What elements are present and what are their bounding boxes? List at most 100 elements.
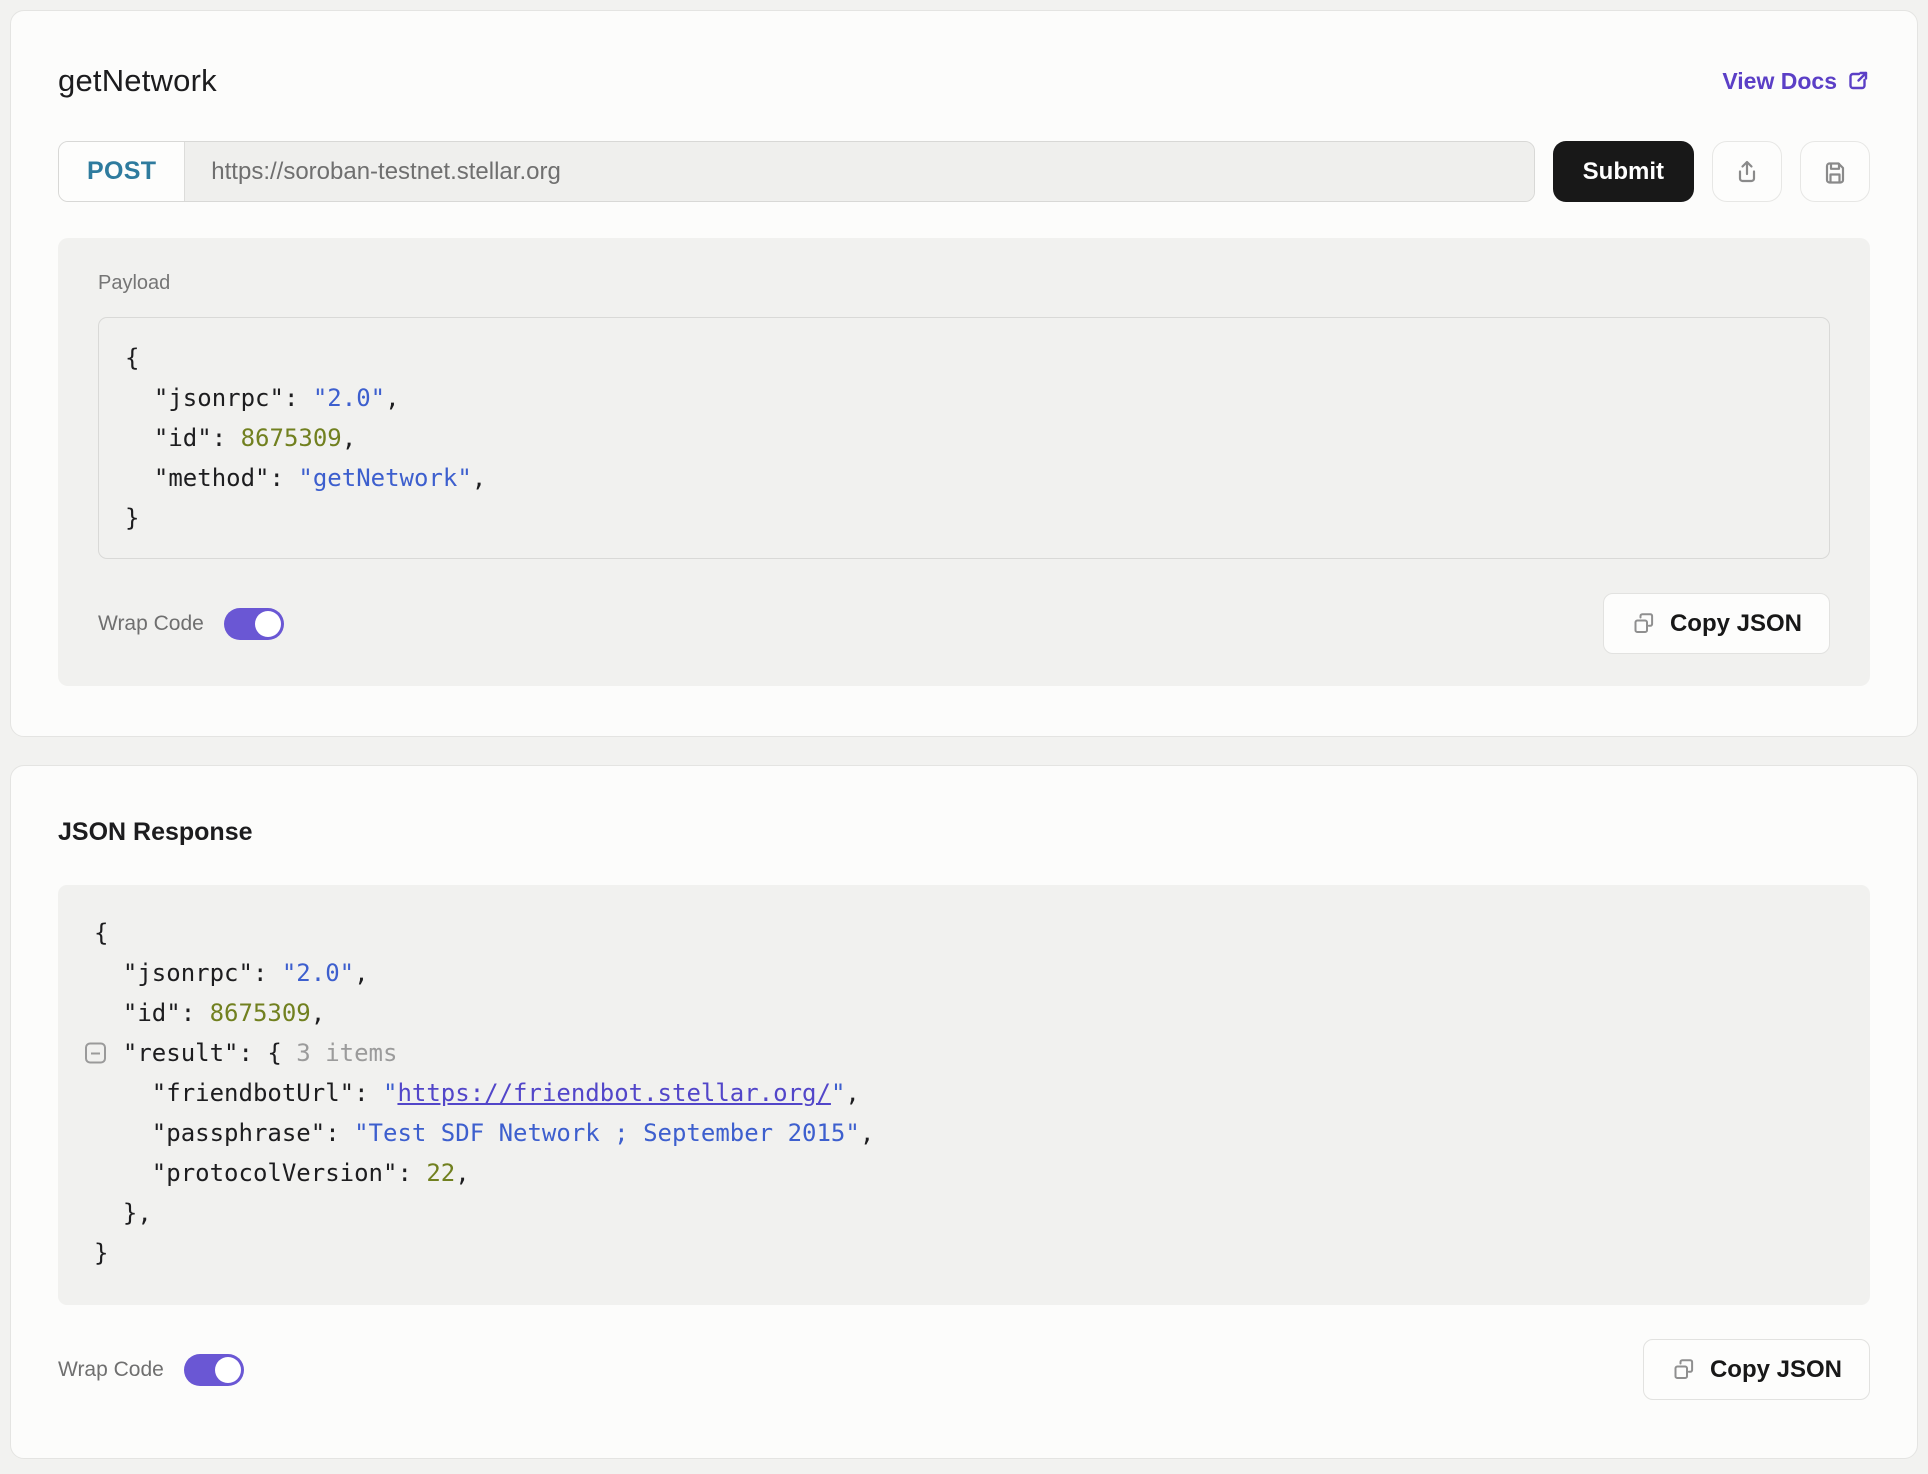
code-token-key: "jsonrpc" (154, 384, 284, 412)
code-token-punc: : (253, 959, 282, 987)
page-title: getNetwork (58, 63, 217, 99)
code-line: "jsonrpc": "2.0", (125, 378, 1803, 418)
toggle-knob (255, 611, 281, 637)
save-icon (1821, 158, 1849, 186)
code-token-punc: : (325, 1119, 354, 1147)
share-icon (1733, 158, 1761, 186)
code-line: { (94, 913, 1844, 953)
code-line: { (125, 338, 1803, 378)
code-token-punc: } (125, 504, 139, 532)
code-token-punc (94, 1119, 152, 1147)
code-token-punc: , (860, 1119, 874, 1147)
code-token-punc: , (342, 424, 356, 452)
code-token-num: 22 (426, 1159, 455, 1187)
wrap-code-toggle[interactable] (224, 608, 284, 640)
code-token-meta: 3 items (296, 1039, 397, 1067)
code-token-punc: , (472, 464, 486, 492)
code-token-key: "method" (154, 464, 270, 492)
code-line: "jsonrpc": "2.0", (94, 953, 1844, 993)
wrap-code-label: Wrap Code (98, 612, 204, 636)
code-token-punc: : { (239, 1039, 297, 1067)
copy-icon (1631, 611, 1657, 637)
code-token-key: "jsonrpc" (123, 959, 253, 987)
code-token-num: 8675309 (210, 999, 311, 1027)
copy-json-button[interactable]: Copy JSON (1603, 593, 1830, 654)
copy-json-label: Copy JSON (1670, 610, 1802, 638)
code-token-str: " (383, 1079, 397, 1107)
code-line: "result": { 3 items (94, 1033, 1844, 1073)
collapse-minus-icon[interactable] (85, 1043, 106, 1064)
url-bar: POST (58, 141, 1535, 202)
response-footer: Wrap Code Copy JSON (58, 1339, 1870, 1400)
save-button[interactable] (1800, 141, 1870, 202)
request-card: getNetwork View Docs POST Submit (10, 10, 1918, 737)
payload-label: Payload (98, 272, 1830, 295)
code-token-punc: : (270, 464, 299, 492)
payload-panel: Payload { "jsonrpc": "2.0", "id": 867530… (58, 238, 1870, 686)
code-token-punc (125, 464, 154, 492)
code-token-key: "passphrase" (152, 1119, 325, 1147)
code-token-key: "id" (123, 999, 181, 1027)
code-token-str: " (831, 1079, 845, 1107)
code-token-num: 8675309 (241, 424, 342, 452)
code-token-punc: } (94, 1239, 108, 1267)
json-response-card: JSON Response { "jsonrpc": "2.0", "id": … (10, 765, 1918, 1459)
friendbot-url-link[interactable]: https://friendbot.stellar.org/ (397, 1079, 830, 1107)
http-method-badge: POST (59, 142, 185, 201)
wrap-code-group: Wrap Code (58, 1354, 244, 1386)
code-token-str: "2.0" (282, 959, 354, 987)
code-line: "protocolVersion": 22, (94, 1153, 1844, 1193)
code-token-punc: { (125, 344, 139, 372)
code-token-punc: , (845, 1079, 859, 1107)
code-token-punc: : (212, 424, 241, 452)
code-token-key: "result" (123, 1039, 239, 1067)
code-token-punc: : (397, 1159, 426, 1187)
code-token-punc: }, (94, 1199, 152, 1227)
code-token-punc (94, 959, 123, 987)
code-token-punc: : (181, 999, 210, 1027)
request-bar-row: POST Submit (58, 141, 1870, 202)
code-token-punc: : (284, 384, 313, 412)
code-token-str: "2.0" (313, 384, 385, 412)
copy-json-button[interactable]: Copy JSON (1643, 1339, 1870, 1400)
copy-icon (1671, 1357, 1697, 1383)
wrap-code-group: Wrap Code (98, 608, 284, 640)
code-token-punc (125, 384, 154, 412)
code-token-punc (94, 999, 123, 1027)
toggle-knob (215, 1357, 241, 1383)
code-token-punc: , (385, 384, 399, 412)
code-line: }, (94, 1193, 1844, 1233)
submit-button[interactable]: Submit (1553, 141, 1694, 202)
copy-json-label: Copy JSON (1710, 1356, 1842, 1384)
wrap-code-label: Wrap Code (58, 1358, 164, 1382)
share-button[interactable] (1712, 141, 1782, 202)
view-docs-link[interactable]: View Docs (1722, 68, 1870, 95)
request-card-header: getNetwork View Docs (58, 63, 1870, 99)
code-token-key: "protocolVersion" (152, 1159, 398, 1187)
code-token-punc: , (455, 1159, 469, 1187)
view-docs-label: View Docs (1722, 68, 1837, 95)
payload-editor[interactable]: { "jsonrpc": "2.0", "id": 8675309, "meth… (98, 317, 1830, 559)
response-title: JSON Response (58, 818, 1870, 847)
code-token-punc (94, 1079, 152, 1107)
code-token-punc (125, 424, 154, 452)
code-token-str: "getNetwork" (298, 464, 471, 492)
code-token-key: "friendbotUrl" (152, 1079, 354, 1107)
code-line: } (125, 498, 1803, 538)
code-token-punc: , (354, 959, 368, 987)
code-line: "passphrase": "Test SDF Network ; Septem… (94, 1113, 1844, 1153)
code-line: } (94, 1233, 1844, 1273)
wrap-code-toggle[interactable] (184, 1354, 244, 1386)
payload-footer: Wrap Code Copy JSON (98, 593, 1830, 654)
code-token-punc: { (94, 919, 108, 947)
response-code-block: { "jsonrpc": "2.0", "id": 8675309, "resu… (58, 885, 1870, 1305)
code-token-str: "Test SDF Network ; September 2015" (354, 1119, 860, 1147)
external-link-icon (1846, 69, 1870, 93)
code-token-key: "id" (154, 424, 212, 452)
code-token-punc: , (311, 999, 325, 1027)
code-token-punc (94, 1159, 152, 1187)
endpoint-url-input[interactable] (185, 142, 1533, 201)
code-line: "id": 8675309, (94, 993, 1844, 1033)
code-token-punc: : (354, 1079, 383, 1107)
code-line: "id": 8675309, (125, 418, 1803, 458)
